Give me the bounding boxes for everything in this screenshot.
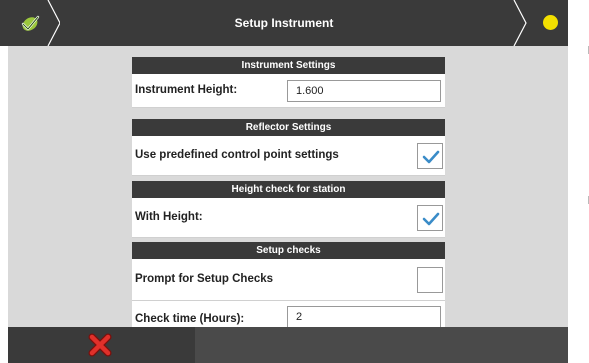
predefined-settings-label: Use predefined control point settings xyxy=(135,149,339,161)
instrument-height-input[interactable] xyxy=(287,80,441,102)
with-height-checkbox[interactable] xyxy=(417,205,443,231)
prompt-setup-checks-label: Prompt for Setup Checks xyxy=(135,273,274,285)
instrument-height-label: Instrument Height: xyxy=(135,84,238,96)
setup-checks-section: Setup checks Prompt for Setup Checks Che… xyxy=(132,242,445,327)
section-header: Reflector Settings xyxy=(132,119,445,136)
reflector-settings-section: Reflector Settings Use predefined contro… xyxy=(132,119,445,176)
section-header: Setup checks xyxy=(132,242,445,259)
with-height-row: With Height: xyxy=(132,198,445,238)
section-header: Height check for station xyxy=(132,181,445,198)
title-bar: Setup Instrument xyxy=(0,0,568,46)
back-button[interactable] xyxy=(0,0,60,46)
page-title: Setup Instrument xyxy=(234,16,334,30)
red-x-icon xyxy=(88,333,112,357)
chevron-left-icon xyxy=(513,0,527,46)
predefined-settings-row: Use predefined control point settings xyxy=(132,136,445,176)
yellow-dot-icon xyxy=(543,15,558,30)
prompt-setup-checks-checkbox[interactable] xyxy=(417,267,443,293)
check-time-input[interactable] xyxy=(287,306,441,327)
check-leaf-icon xyxy=(21,15,40,31)
status-button[interactable] xyxy=(512,0,568,46)
right-edge-strip xyxy=(568,0,589,363)
bottom-toolbar xyxy=(8,327,568,363)
predefined-settings-checkbox[interactable] xyxy=(417,143,443,169)
prompt-setup-checks-row: Prompt for Setup Checks xyxy=(132,259,445,301)
instrument-settings-section: Instrument Settings Instrument Height: xyxy=(132,57,445,108)
with-height-label: With Height: xyxy=(135,211,203,223)
section-header: Instrument Settings xyxy=(132,57,445,74)
check-time-label: Check time (Hours): xyxy=(135,313,245,325)
check-time-row: Check time (Hours): xyxy=(132,301,445,327)
cancel-button[interactable] xyxy=(8,327,195,363)
instrument-height-row: Instrument Height: xyxy=(132,74,445,108)
height-check-section: Height check for station With Height: xyxy=(132,181,445,238)
settings-scroll-area[interactable]: Instrument Settings Instrument Height: R… xyxy=(8,46,568,327)
checkmark-icon xyxy=(422,150,440,164)
checkmark-icon xyxy=(422,212,440,226)
